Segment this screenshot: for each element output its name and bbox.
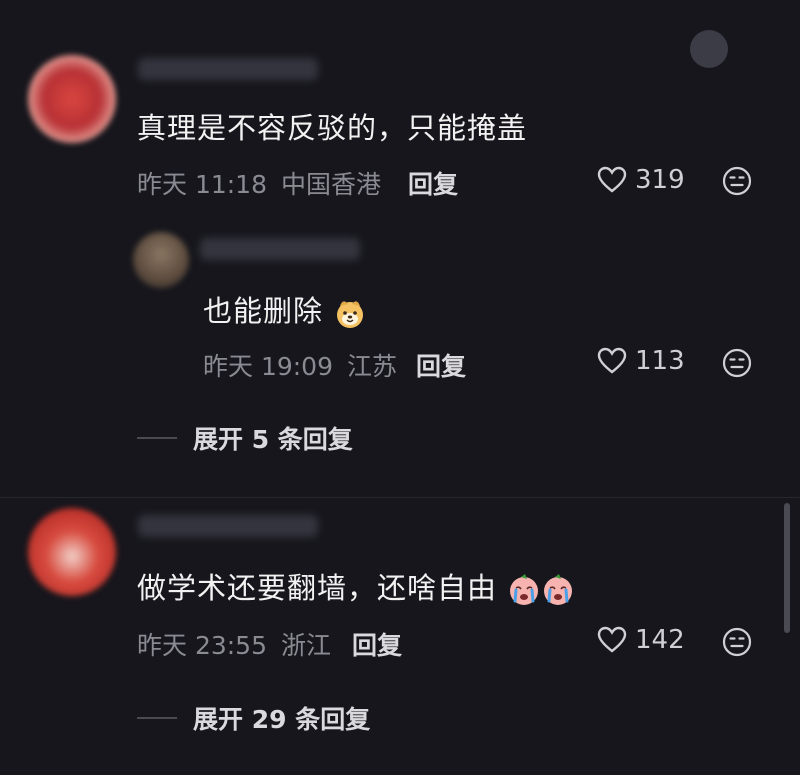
crying-face-emoji <box>510 574 539 605</box>
avatar[interactable] <box>28 55 116 143</box>
comment-meta: 昨天 23:55 浙江 <box>137 626 331 662</box>
heart-outline-icon <box>597 347 627 374</box>
comment-divider <box>0 497 800 498</box>
heart-outline-icon <box>597 166 627 193</box>
comment-time: 昨天 23:55 <box>137 631 267 660</box>
expand-replies-label: 展开 29 条回复 <box>193 705 371 734</box>
reply-button[interactable]: 回复 <box>352 626 402 662</box>
username-blurred[interactable] <box>200 238 360 260</box>
comment-text: 真理是不容反驳的，只能掩盖 <box>137 111 528 145</box>
neutral-face-icon[interactable] <box>722 166 752 196</box>
comment-time: 昨天 11:18 <box>137 170 267 199</box>
like-button[interactable]: 113 <box>597 346 685 376</box>
expand-divider-line <box>137 437 177 439</box>
floating-button[interactable] <box>690 30 728 68</box>
username-blurred[interactable] <box>138 58 318 80</box>
avatar[interactable] <box>28 508 116 596</box>
like-count: 113 <box>635 346 685 376</box>
expand-replies-button[interactable]: 展开 5 条回复 <box>137 420 353 456</box>
comment-location: 浙江 <box>280 631 331 660</box>
reply-text: 也能删除 <box>203 288 367 330</box>
scrollbar[interactable] <box>784 503 790 633</box>
comment-meta: 昨天 11:18 中国香港 <box>137 165 381 201</box>
avatar[interactable] <box>133 232 189 288</box>
heart-outline-icon <box>597 626 627 653</box>
neutral-face-icon[interactable] <box>722 627 752 657</box>
comment-screen: 真理是不容反驳的，只能掩盖 昨天 11:18 中国香港 回复 319 也能删除 <box>0 0 800 775</box>
like-count: 319 <box>635 165 685 195</box>
reply-button[interactable]: 回复 <box>416 347 466 383</box>
neutral-face-icon[interactable] <box>722 348 752 378</box>
reply-button[interactable]: 回复 <box>408 165 458 201</box>
comment-text: 做学术还要翻墙，还啥自由 <box>137 565 575 607</box>
crying-face-emoji <box>544 574 573 605</box>
like-button[interactable]: 142 <box>597 625 685 655</box>
username-blurred[interactable] <box>138 515 318 537</box>
reply-location: 江苏 <box>346 352 397 381</box>
reply-meta: 昨天 19:09 江苏 <box>203 347 397 383</box>
expand-replies-label: 展开 5 条回复 <box>193 425 353 454</box>
reply-time: 昨天 19:09 <box>203 352 333 381</box>
comment-location: 中国香港 <box>280 170 381 199</box>
like-button[interactable]: 319 <box>597 165 685 195</box>
expand-divider-line <box>137 717 177 719</box>
like-count: 142 <box>635 625 685 655</box>
smiling-dog-emoji <box>337 301 364 328</box>
expand-replies-button[interactable]: 展开 29 条回复 <box>137 700 370 736</box>
